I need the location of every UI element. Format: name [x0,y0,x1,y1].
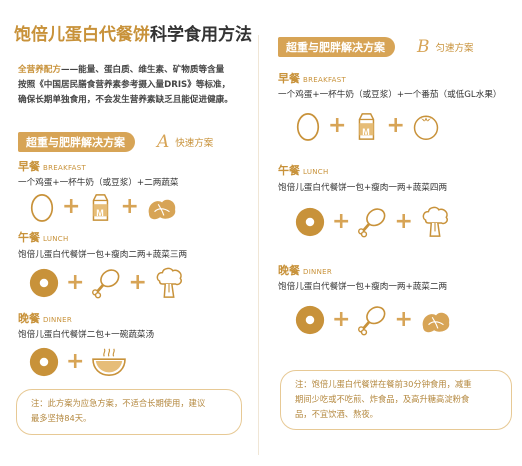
plan-b-sub: 匀速方案 [435,43,474,54]
plan-b-dinner-desc: 饱倍儿蛋白代餐饼一包+瘦肉一两+蔬菜二两 [278,282,448,292]
plan-a-dinner-icons: + [28,346,128,378]
page-title: 饱倍儿蛋白代餐饼科学食用方法 [14,20,252,45]
intro-line2: 按照《中国居民膳食营养素参考摄入量DRIS》等标准， [18,80,231,90]
meal-replacement-biscuit-icon [294,206,326,238]
plan-b-banner: 超重与肥胖解决方案 B 匀速方案 [278,36,474,58]
meal-replacement-biscuit-icon [28,346,60,378]
plus-icon: + [66,270,85,295]
tomato-icon [411,110,441,142]
milk-carton-icon: M [352,110,380,142]
broccoli-icon [419,205,451,239]
intro-paragraph: 全营养配方——能量、蛋白质、维生素、矿物质等含量 按照《中国居民膳食营养素参考摄… [18,63,248,108]
plan-a-breakfast-desc: 一个鸡蛋+一杯牛奶（或豆浆）+二两蔬菜 [18,178,179,188]
plus-icon: + [328,113,347,138]
plan-b-breakfast-icons: + M + [294,110,441,142]
plan-a-note-line1: 注：此方案为应急方案，不适合长期使用，建议 [31,398,206,408]
plus-icon: + [128,270,147,295]
plan-a-banner-label: 超重与肥胖解决方案 [18,132,135,152]
drumstick-icon [356,206,388,238]
plan-b-lunch-desc: 饱倍儿蛋白代餐饼一包+瘦肉一两+蔬菜四两 [278,183,448,193]
plus-icon: + [394,307,413,332]
plan-b-lunch-icons: + + [294,205,451,239]
plan-a-breakfast-title: 早餐 BREAKFAST [18,160,87,173]
plus-icon: + [386,113,405,138]
vegetables-icon [145,193,179,221]
column-divider [258,35,259,455]
plan-a-note: 注：此方案为应急方案，不适合长期使用，建议 最多坚持84天。 [16,389,242,435]
soup-bowl-icon [90,346,128,378]
plan-b-lunch-title: 午餐 LUNCH [278,164,329,177]
plan-b-breakfast-title: 早餐 BREAKFAST [278,72,347,85]
plus-icon: + [66,349,85,374]
plan-b-note-line2: 期间少吃或不吃煎、炸食品，及高升糖高淀粉食 [295,394,470,404]
plan-a-letter: A [157,132,170,152]
plan-b-breakfast-desc: 一个鸡蛋+一杯牛奶（或豆浆）+一个番茄（或低GL水果） [278,90,502,100]
plan-b-dinner-title: 晚餐 DINNER [278,264,333,277]
egg-icon [294,110,322,142]
meal-replacement-biscuit-icon [28,267,60,299]
plan-a-dinner-title: 晚餐 DINNER [18,312,73,325]
plan-a-lunch-icons: + + [28,266,185,300]
intro-line3: 确保长期单独食用，不会发生营养素缺乏且能促进健康。 [18,95,233,105]
intro-highlight: 全营养配方 [18,65,61,75]
plan-a-note-line2: 最多坚持84天。 [31,413,92,423]
broccoli-icon [153,266,185,300]
plus-icon: + [332,307,351,332]
drumstick-icon [90,267,122,299]
plan-b-dinner-icons: + + [294,304,453,336]
plus-icon: + [332,209,351,234]
intro-line1: ——能量、蛋白质、维生素、矿物质等含量 [60,65,225,75]
plan-b-letter: B [417,37,430,57]
title-rest: 科学食用方法 [150,25,252,45]
milk-icon-label: M [363,127,371,137]
plan-b-note-line3: 品，不宜饮酒、熬夜。 [295,409,378,419]
plus-icon: + [394,209,413,234]
plan-a-dinner-desc: 饱倍儿蛋白代餐饼二包+一碗蔬菜汤 [18,330,155,340]
plus-icon: + [62,194,81,219]
plan-b-banner-label: 超重与肥胖解决方案 [278,37,395,57]
plan-a-lunch-desc: 饱倍儿蛋白代餐饼一包+瘦肉二两+蔬菜三两 [18,250,188,260]
milk-icon-label: M [97,208,105,218]
title-brand: 饱倍儿蛋白代餐饼 [14,25,150,45]
plus-icon: + [120,194,139,219]
plan-a-lunch-title: 午餐 LUNCH [18,231,69,244]
plan-a-sub: 快速方案 [175,138,214,149]
egg-icon [28,191,56,223]
plan-a-banner: 超重与肥胖解决方案 A 快速方案 [18,131,213,153]
vegetables-icon [419,306,453,334]
meal-replacement-biscuit-icon [294,304,326,336]
plan-b-note-line1: 注：饱倍儿蛋白代餐饼在餐前30分钟食用，减重 [295,379,472,389]
plan-b-note: 注：饱倍儿蛋白代餐饼在餐前30分钟食用，减重 期间少吃或不吃煎、炸食品，及高升糖… [280,370,512,430]
drumstick-icon [356,304,388,336]
plan-a-breakfast-icons: + M + [28,191,179,223]
milk-carton-icon: M [86,191,114,223]
